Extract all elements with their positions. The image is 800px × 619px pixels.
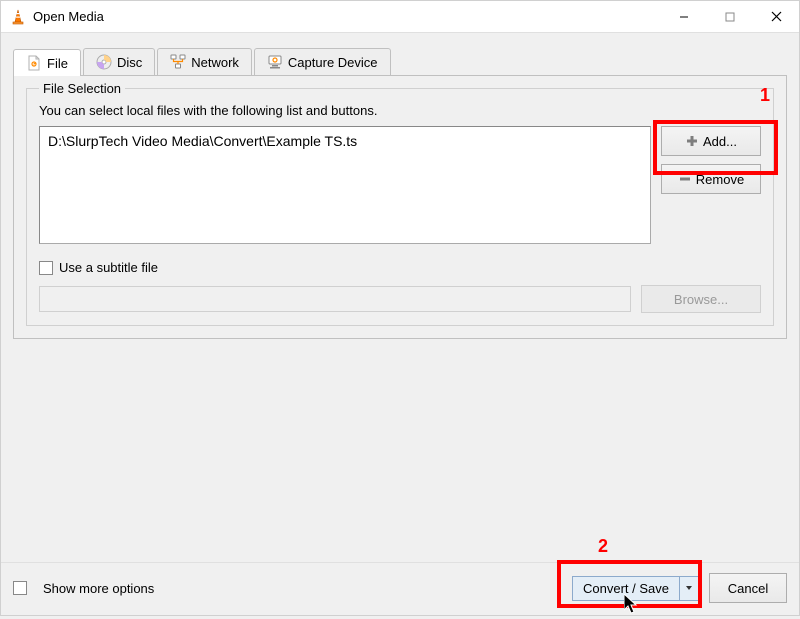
annotation-number-2: 2 — [598, 536, 608, 557]
show-more-label: Show more options — [43, 581, 154, 596]
button-label: Add... — [703, 134, 737, 149]
titlebar-controls — [661, 1, 799, 33]
remove-button[interactable]: Remove — [661, 164, 761, 194]
file-buttons: Add... Remove — [661, 126, 761, 244]
annotation-number-1: 1 — [760, 85, 770, 106]
tab-file[interactable]: File — [13, 49, 81, 76]
file-panel: File Selection You can select local file… — [13, 75, 787, 339]
dropdown-arrow-icon[interactable] — [680, 577, 698, 600]
network-icon — [170, 54, 186, 70]
tab-capture-device[interactable]: Capture Device — [254, 48, 391, 75]
minus-icon — [678, 172, 692, 186]
add-button[interactable]: Add... — [661, 126, 761, 156]
browse-button: Browse... — [641, 285, 761, 313]
tab-label: Network — [191, 55, 239, 70]
button-label: Browse... — [674, 292, 728, 307]
content-area: File Disc Network Capture Device — [1, 33, 799, 562]
show-more-checkbox[interactable] — [13, 581, 27, 595]
minimize-button[interactable] — [661, 1, 707, 33]
tab-network[interactable]: Network — [157, 48, 252, 75]
open-media-dialog: Open Media File — [0, 0, 800, 616]
file-list[interactable]: D:\SlurpTech Video Media\Convert\Example… — [39, 126, 651, 244]
file-selection-hint: You can select local files with the foll… — [39, 103, 761, 118]
tab-label: File — [47, 56, 68, 71]
button-label: Convert / Save — [573, 577, 680, 600]
bottom-bar: Show more options Convert / Save Cancel — [1, 562, 799, 615]
convert-save-button[interactable]: Convert / Save — [572, 576, 699, 601]
close-button[interactable] — [753, 1, 799, 33]
button-label: Remove — [696, 172, 744, 187]
file-selection-group: File Selection You can select local file… — [26, 88, 774, 326]
button-label: Cancel — [728, 581, 768, 596]
fieldset-legend: File Selection — [39, 81, 125, 96]
subtitle-row: Use a subtitle file — [39, 260, 761, 275]
vlc-cone-icon — [9, 8, 27, 26]
subtitle-checkbox[interactable] — [39, 261, 53, 275]
maximize-button[interactable] — [707, 1, 753, 33]
tab-bar: File Disc Network Capture Device — [13, 45, 787, 75]
plus-icon — [685, 134, 699, 148]
file-row: D:\SlurpTech Video Media\Convert\Example… — [39, 126, 761, 244]
capture-icon — [267, 54, 283, 70]
subtitle-input-row: Browse... — [39, 285, 761, 313]
spacer — [13, 339, 787, 550]
cancel-button[interactable]: Cancel — [709, 573, 787, 603]
tab-label: Disc — [117, 55, 142, 70]
subtitle-path-input — [39, 286, 631, 312]
tab-label: Capture Device — [288, 55, 378, 70]
window-title: Open Media — [33, 9, 661, 24]
subtitle-checkbox-label: Use a subtitle file — [59, 260, 158, 275]
disc-icon — [96, 54, 112, 70]
file-list-item[interactable]: D:\SlurpTech Video Media\Convert\Example… — [48, 133, 642, 149]
file-icon — [26, 55, 42, 71]
titlebar: Open Media — [1, 1, 799, 33]
tab-disc[interactable]: Disc — [83, 48, 155, 75]
